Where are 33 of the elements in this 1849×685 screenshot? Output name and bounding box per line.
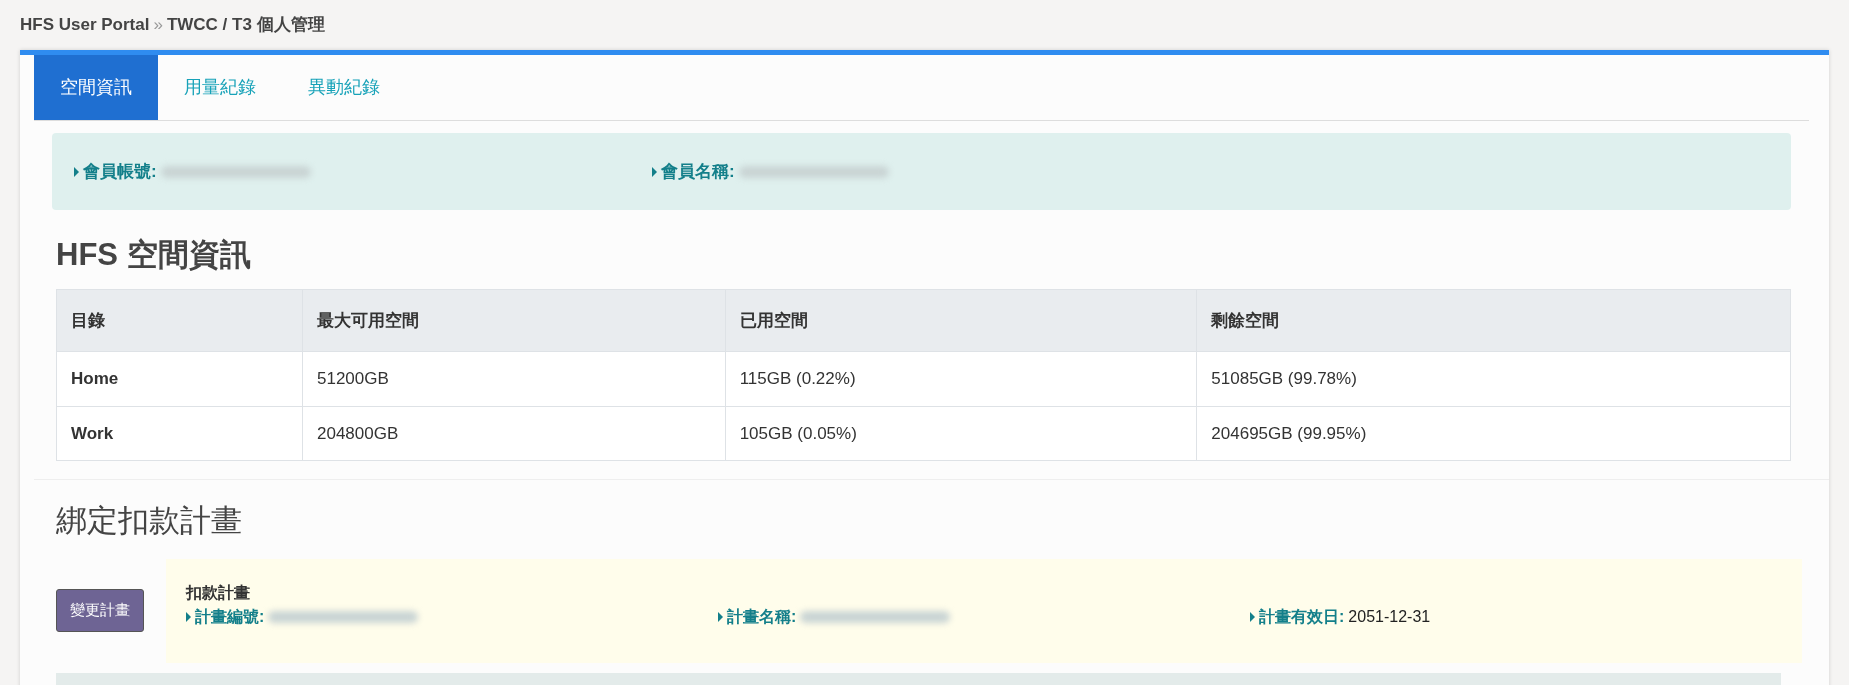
field-value: 2051-12-31 bbox=[1348, 606, 1431, 627]
breadcrumb-separator: » bbox=[153, 15, 163, 34]
column-header: 剩餘空間 bbox=[1196, 289, 1791, 352]
tab[interactable]: 用量紀錄 bbox=[158, 55, 282, 120]
table-cell: 204800GB bbox=[302, 406, 726, 461]
caret-icon bbox=[718, 611, 723, 622]
tab[interactable]: 空間資訊 bbox=[34, 55, 158, 120]
table-cell: Work bbox=[56, 406, 303, 461]
section-heading: HFS 空間資訊 bbox=[56, 236, 252, 274]
caret-icon bbox=[186, 611, 191, 622]
table-cell: Home bbox=[56, 351, 303, 406]
breadcrumb-link[interactable]: HFS User Portal bbox=[20, 15, 150, 34]
table-cell: 105GB (0.05%) bbox=[725, 406, 1197, 461]
table-cell: 115GB (0.22%) bbox=[725, 351, 1197, 406]
field-label: 會員名稱: bbox=[661, 160, 735, 183]
table-cell: 51085GB (99.78%) bbox=[1196, 351, 1791, 406]
table-cell: 51200GB bbox=[302, 351, 726, 406]
change-plan-button[interactable]: 變更計畫 bbox=[56, 589, 144, 632]
field-label: 會員帳號: bbox=[83, 160, 157, 183]
column-header: 最大可用空間 bbox=[302, 289, 726, 352]
field-label: 計畫有效日: bbox=[1259, 606, 1345, 627]
tab[interactable]: 異動紀錄 bbox=[282, 55, 406, 120]
plan-title: 扣款計畫 bbox=[186, 582, 251, 603]
field-label: 計畫名稱: bbox=[727, 606, 797, 627]
breadcrumb-current: TWCC / T3 個人管理 bbox=[166, 15, 325, 34]
caret-icon bbox=[1250, 611, 1255, 622]
column-header: 已用空間 bbox=[725, 289, 1197, 352]
caret-icon bbox=[74, 166, 79, 177]
field-label: 計畫編號: bbox=[195, 606, 265, 627]
caret-icon bbox=[652, 166, 657, 177]
section-heading: 綁定扣款計畫 bbox=[56, 502, 243, 540]
table-cell: 204695GB (99.95%) bbox=[1196, 406, 1791, 461]
column-header: 目錄 bbox=[56, 289, 303, 352]
